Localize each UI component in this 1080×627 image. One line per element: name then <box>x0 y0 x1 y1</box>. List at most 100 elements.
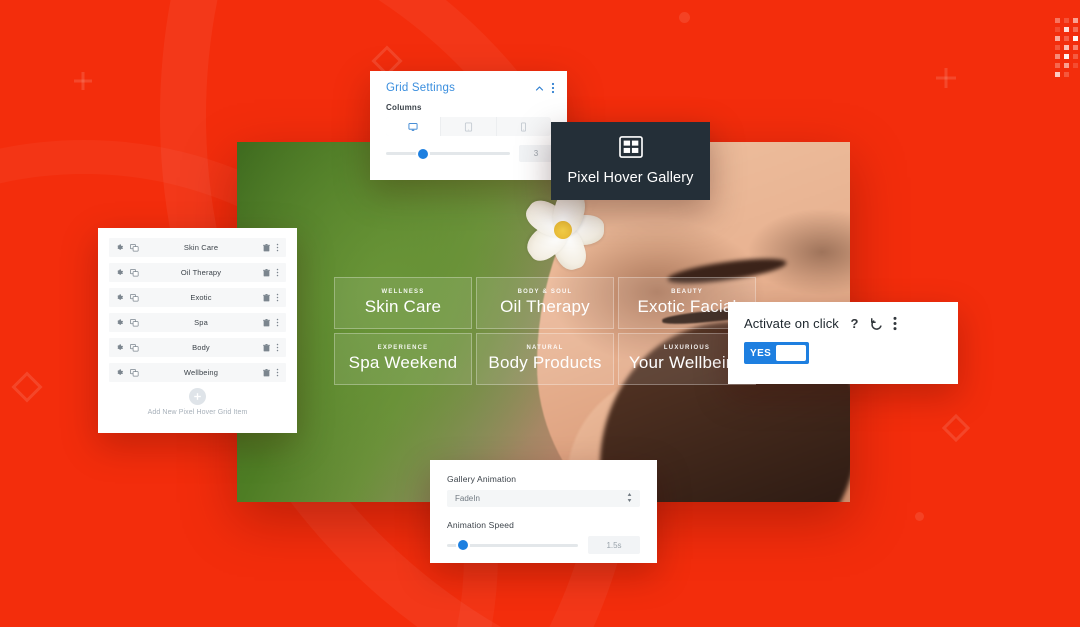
background-dot <box>915 512 924 521</box>
gallery-animation-panel: Gallery Animation FadeIn Animation Speed… <box>430 460 657 563</box>
gallery-tile[interactable]: NATURAL Body Products <box>476 333 614 385</box>
grid-settings-header: Grid Settings <box>370 71 567 94</box>
gallery-animation-label: Gallery Animation <box>447 474 517 484</box>
duplicate-icon[interactable] <box>130 264 139 282</box>
vertical-dots-icon[interactable] <box>551 82 555 94</box>
gear-icon[interactable] <box>116 264 124 282</box>
flower-center <box>554 221 572 239</box>
activate-on-click-label: Activate on click <box>744 316 839 331</box>
duplicate-icon[interactable] <box>130 289 139 307</box>
item-label: Body <box>192 343 210 352</box>
list-item[interactable]: Skin Care <box>109 238 286 257</box>
tile-kicker: LUXURIOUS <box>663 345 711 351</box>
item-label: Skin Care <box>183 243 219 252</box>
animation-speed-value[interactable]: 1.5s <box>588 536 640 554</box>
gear-icon[interactable] <box>116 364 124 382</box>
columns-label: Columns <box>386 103 422 112</box>
duplicate-icon[interactable] <box>130 239 139 257</box>
columns-slider[interactable] <box>386 147 510 161</box>
slider-thumb[interactable] <box>457 540 468 550</box>
slider-track <box>386 152 510 155</box>
vertical-dots-icon[interactable] <box>276 264 279 282</box>
animation-speed-slider[interactable] <box>447 538 578 552</box>
device-tabs <box>386 117 551 136</box>
tile-title: Oil Therapy <box>500 297 590 316</box>
gallery-tile[interactable]: EXPERIENCE Spa Weekend <box>334 333 472 385</box>
vertical-dots-icon[interactable] <box>276 314 279 332</box>
gallery-tile[interactable]: WELLNESS Skin Care <box>334 277 472 329</box>
device-tab-mobile[interactable] <box>497 117 551 136</box>
duplicate-icon[interactable] <box>130 339 139 357</box>
vertical-dots-icon[interactable] <box>276 339 279 357</box>
hover-gallery-tiles: WELLNESS Skin Care BODY & SOUL Oil Thera… <box>334 277 756 385</box>
item-left-icons <box>116 364 139 382</box>
item-left-icons <box>116 339 139 357</box>
plus-icon <box>189 388 206 405</box>
grid-settings-title: Grid Settings <box>386 82 456 94</box>
item-left-icons <box>116 264 139 282</box>
vertical-dots-icon[interactable] <box>276 289 279 307</box>
tile-kicker: EXPERIENCE <box>377 345 429 351</box>
duplicate-icon[interactable] <box>130 364 139 382</box>
svg-text:?: ? <box>850 316 858 331</box>
tablet-icon <box>464 122 473 131</box>
gallery-animation-select[interactable]: FadeIn <box>447 490 640 507</box>
gear-icon[interactable] <box>116 239 124 257</box>
columns-slider-row: 3 <box>386 145 553 162</box>
tile-kicker: WELLNESS <box>381 289 425 295</box>
vertical-dots-icon[interactable] <box>276 364 279 382</box>
grid-items-panel: Skin Care Oil Therapy Exotic Spa Body We… <box>98 228 297 433</box>
device-tab-desktop[interactable] <box>386 117 442 136</box>
background-diamond <box>11 371 43 403</box>
tile-title: Exotic Facial <box>637 297 737 316</box>
add-new-item-button[interactable]: Add New Pixel Hover Grid Item <box>109 388 286 416</box>
item-label: Exotic <box>190 293 212 302</box>
item-left-icons <box>116 289 139 307</box>
activate-on-click-toggle[interactable]: YES <box>744 342 809 364</box>
gallery-tile[interactable]: BODY & SOUL Oil Therapy <box>476 277 614 329</box>
chevron-up-icon[interactable] <box>535 84 544 93</box>
pixel-pattern <box>1055 18 1080 78</box>
tile-title: Skin Care <box>364 297 442 316</box>
item-label: Spa <box>194 318 208 327</box>
item-right-icons <box>263 339 279 357</box>
list-item[interactable]: Oil Therapy <box>109 263 286 282</box>
tile-kicker: NATURAL <box>526 345 564 351</box>
trash-icon[interactable] <box>263 239 270 257</box>
tile-kicker: BODY & SOUL <box>517 289 573 295</box>
slider-thumb[interactable] <box>418 148 429 159</box>
reset-arrow-icon[interactable] <box>870 317 884 331</box>
list-item[interactable]: Wellbeing <box>109 363 286 382</box>
columns-value[interactable]: 3 <box>519 145 553 162</box>
trash-icon[interactable] <box>263 364 270 382</box>
add-new-item-label: Add New Pixel Hover Grid Item <box>147 409 248 416</box>
badge-label: Pixel Hover Gallery <box>567 170 694 186</box>
question-mark-icon[interactable]: ? <box>848 316 861 331</box>
select-caret-icon <box>627 490 632 508</box>
grid-settings-panel: Grid Settings Columns 3 <box>370 71 567 180</box>
gear-icon[interactable] <box>116 289 124 307</box>
trash-icon[interactable] <box>263 289 270 307</box>
list-item[interactable]: Body <box>109 338 286 357</box>
list-item[interactable]: Spa <box>109 313 286 332</box>
item-right-icons <box>263 314 279 332</box>
vertical-dots-icon[interactable] <box>893 316 897 331</box>
toggle-knob <box>776 345 806 361</box>
background-dot <box>679 12 690 23</box>
activate-header: Activate on click ? <box>744 316 942 331</box>
desktop-icon <box>408 122 418 131</box>
activate-on-click-panel: Activate on click ? YES <box>728 302 958 384</box>
grid-gallery-icon <box>618 136 643 163</box>
gear-icon[interactable] <box>116 339 124 357</box>
item-right-icons <box>263 264 279 282</box>
list-item[interactable]: Exotic <box>109 288 286 307</box>
duplicate-icon[interactable] <box>130 314 139 332</box>
gear-icon[interactable] <box>116 314 124 332</box>
trash-icon[interactable] <box>263 339 270 357</box>
device-tab-tablet[interactable] <box>441 117 497 136</box>
vertical-dots-icon[interactable] <box>276 239 279 257</box>
trash-icon[interactable] <box>263 264 270 282</box>
pixel-hover-gallery-badge: Pixel Hover Gallery <box>551 122 710 200</box>
tile-title: Spa Weekend <box>348 353 458 372</box>
trash-icon[interactable] <box>263 314 270 332</box>
